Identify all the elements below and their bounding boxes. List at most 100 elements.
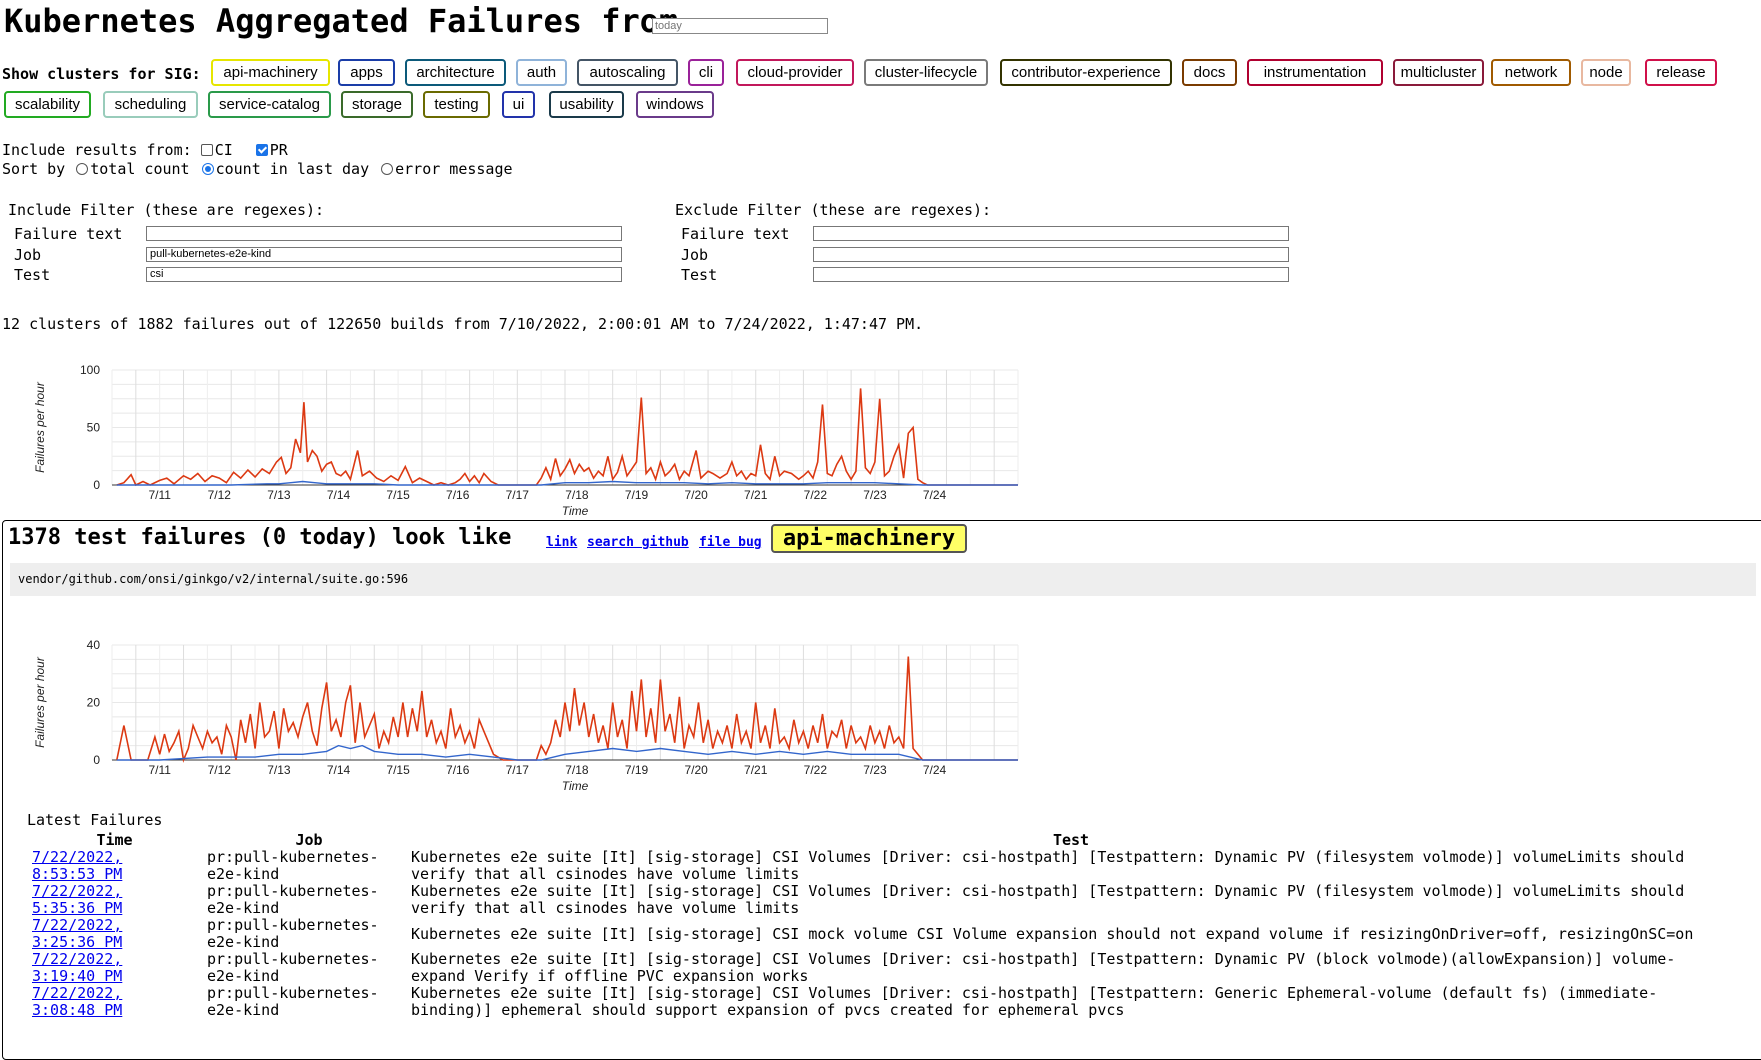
failure-test: Kubernetes e2e suite [It] [sig-storage] … xyxy=(411,849,1731,883)
overall-failures-chart: 0 50 100 7/11 7/12 7/13 7/14 7/15 7/16 7/17 7/18 7/… xyxy=(33,363,1019,518)
failure-test-line2: verify that all csinodes have volume lim… xyxy=(411,899,800,917)
pr-checkbox[interactable] xyxy=(255,143,268,156)
x-tick-label: 7/11 xyxy=(148,763,171,777)
failure-job-cont: e2e-kind xyxy=(207,933,280,951)
sig-button-storage[interactable]: storage xyxy=(341,91,413,118)
x-tick-label: 7/24 xyxy=(923,763,947,777)
sig-button-scheduling[interactable]: scheduling xyxy=(103,91,198,118)
sig-filter-label: Show clusters for SIG: xyxy=(2,65,201,83)
failure-job-cont: e2e-kind xyxy=(207,967,280,985)
column-header-job: Job xyxy=(295,831,323,849)
sort-radio-error-message[interactable] xyxy=(381,162,394,175)
search-github-link[interactable]: search github xyxy=(587,535,689,550)
failure-time-link[interactable]: 7/22/2022, 3:25:36 PM xyxy=(32,916,122,951)
sig-button-scalability[interactable]: scalability xyxy=(4,91,91,118)
sort-option-label: error message xyxy=(395,160,513,178)
failure-test-line1: Kubernetes e2e suite [It] [sig-storage] … xyxy=(411,924,1694,943)
sig-button-service-catalog[interactable]: service-catalog xyxy=(208,91,331,118)
table-row: 7/22/2022, 3:08:48 PM pr:pull-kubernetes-e… xyxy=(22,985,1731,1019)
failure-test-line2: binding)] ephemeral should support expan… xyxy=(411,1001,1125,1019)
include-test-input[interactable]: csi xyxy=(146,267,622,282)
sig-button-ui[interactable]: ui xyxy=(502,91,535,118)
failure-date: 7/22/2022, xyxy=(32,882,123,900)
x-tick-label: 7/16 xyxy=(446,488,470,502)
failure-test-line1: Kubernetes e2e suite [It] [sig-storage] … xyxy=(411,848,1685,866)
failure-time: 8:53:53 PM xyxy=(32,865,123,883)
include-failure-text-input[interactable] xyxy=(146,226,622,241)
sig-button-architecture[interactable]: architecture xyxy=(405,59,506,86)
sig-button-cluster-lifecycle[interactable]: cluster-lifecycle xyxy=(864,59,988,86)
x-tick-label: 7/17 xyxy=(506,763,530,777)
sig-button-node[interactable]: node xyxy=(1581,59,1631,86)
sig-button-testing[interactable]: testing xyxy=(423,91,490,118)
include-job-input[interactable]: pull-kubernetes-e2e-kind xyxy=(146,247,622,262)
failure-test-line1: Kubernetes e2e suite [It] [sig-storage] … xyxy=(411,984,1658,1002)
sort-option-label: count in last day xyxy=(215,160,370,178)
include-job-label: Job xyxy=(14,246,42,264)
exclude-job-input[interactable] xyxy=(813,247,1289,262)
y-tick-label: 0 xyxy=(93,753,100,767)
y-tick-label: 0 xyxy=(93,478,100,492)
x-tick-label: 7/14 xyxy=(327,488,351,502)
sig-button-cloud-provider[interactable]: cloud-provider xyxy=(736,59,854,86)
y-tick-label: 40 xyxy=(87,638,101,652)
include-test-label: Test xyxy=(14,266,51,284)
x-tick-label: 7/15 xyxy=(386,763,410,777)
y-tick-label: 50 xyxy=(87,421,101,435)
sig-button-docs[interactable]: docs xyxy=(1182,59,1237,86)
sort-radio-count-in-last-day[interactable] xyxy=(201,162,214,175)
sig-button-autoscaling[interactable]: autoscaling xyxy=(577,59,678,86)
secondary-series-line xyxy=(116,480,1018,486)
sig-button-usability[interactable]: usability xyxy=(549,91,624,118)
sig-button-network[interactable]: network xyxy=(1491,59,1571,86)
ci-checkbox[interactable] xyxy=(200,143,213,156)
x-tick-label: 7/23 xyxy=(863,763,887,777)
failure-test: Kubernetes e2e suite [It] [sig-storage] … xyxy=(411,883,1731,917)
failure-job: pr:pull-kubernetes- xyxy=(207,950,379,968)
ci-label: CI xyxy=(214,141,233,159)
pr-label: PR xyxy=(269,141,288,159)
exclude-test-input[interactable] xyxy=(813,267,1289,282)
sig-button-instrumentation[interactable]: instrumentation xyxy=(1247,59,1383,86)
sig-button-contributor-experience[interactable]: contributor-experience xyxy=(1000,59,1172,86)
include-results-label: Include results from: xyxy=(2,141,192,159)
x-tick-label: 7/21 xyxy=(744,763,768,777)
exclude-test-label: Test xyxy=(681,266,718,284)
cluster-sig-badge[interactable]: api-machinery xyxy=(771,524,967,553)
failure-test-line1: Kubernetes e2e suite [It] [sig-storage] … xyxy=(411,882,1685,900)
sig-button-windows[interactable]: windows xyxy=(636,91,714,118)
x-tick-label: 7/13 xyxy=(267,763,291,777)
failure-job: pr:pull-kubernetes- xyxy=(207,984,379,1002)
failure-job-cont: e2e-kind xyxy=(207,1001,280,1019)
cluster-link[interactable]: link xyxy=(546,535,577,550)
sig-button-apps[interactable]: apps xyxy=(338,59,395,86)
summary-text: 12 clusters of 1882 failures out of 1226… xyxy=(2,315,924,333)
sig-button-api-machinery[interactable]: api-machinery xyxy=(211,59,330,86)
sig-button-auth[interactable]: auth xyxy=(516,59,567,86)
date-input[interactable] xyxy=(652,18,828,34)
failure-time-link[interactable]: 7/22/2022, 8:53:53 PM xyxy=(32,848,122,883)
failure-test-line2: expand Verify if offline PVC expansion w… xyxy=(411,967,809,985)
x-tick-label: 7/18 xyxy=(565,488,589,502)
x-tick-label: 7/16 xyxy=(446,763,470,777)
sort-row: Sort by total count count in last day erro… xyxy=(2,160,513,178)
sort-radio-total-count[interactable] xyxy=(76,162,89,175)
x-axis-label: Time xyxy=(562,779,589,793)
failure-time-link[interactable]: 7/22/2022, 3:08:48 PM xyxy=(32,984,122,1019)
sig-button-cli[interactable]: cli xyxy=(688,59,724,86)
failure-time-link[interactable]: 7/22/2022, 5:35:36 PM xyxy=(32,882,122,917)
secondary-series-line xyxy=(116,744,1018,761)
failure-date: 7/22/2022, xyxy=(32,848,123,866)
x-tick-label: 7/22 xyxy=(804,763,828,777)
latest-failures-table: Time Job Test 7/22/2022, 8:53:53 PM pr:pul… xyxy=(22,832,1731,1019)
file-bug-link[interactable]: file bug xyxy=(699,535,762,550)
failure-job: pr:pull-kubernetes- xyxy=(207,916,379,934)
exclude-failure-text-input[interactable] xyxy=(813,226,1289,241)
failure-time-link[interactable]: 7/22/2022, 3:19:40 PM xyxy=(32,950,122,985)
x-tick-label: 7/19 xyxy=(625,488,649,502)
exclude-job-label: Job xyxy=(681,246,709,264)
sig-button-multicluster[interactable]: multicluster xyxy=(1393,59,1484,86)
x-tick-label: 7/21 xyxy=(744,488,768,502)
failure-test: Kubernetes e2e suite [It] [sig-storage] … xyxy=(411,951,1731,985)
sig-button-release[interactable]: release xyxy=(1645,59,1717,86)
